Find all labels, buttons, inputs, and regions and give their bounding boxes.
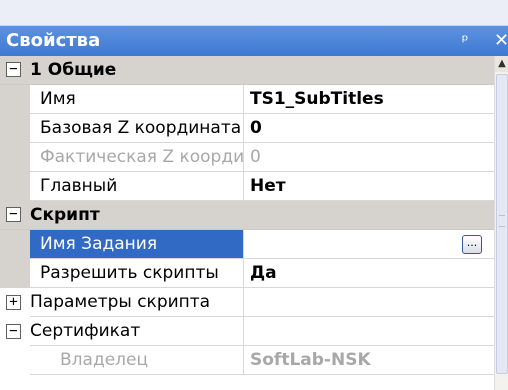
property-name: Главный [30, 172, 244, 201]
property-name: Имя Задания [30, 230, 244, 259]
row-gutter [0, 143, 30, 172]
collapse-icon[interactable]: − [6, 207, 21, 222]
property-name: Разрешить скрипты [30, 259, 244, 288]
property-row-base-z[interactable]: Базовая Z координата 0 [0, 114, 494, 143]
property-row-main[interactable]: Главный Нет [0, 172, 494, 201]
property-value[interactable] [244, 317, 494, 346]
property-value[interactable] [244, 230, 494, 259]
property-name: Параметры скрипта [30, 288, 244, 317]
ellipsis-button[interactable]: ... [462, 235, 482, 254]
property-row-script-params[interactable]: + Параметры скрипта [0, 288, 494, 317]
property-name: Фактическая Z координата [30, 143, 244, 172]
property-row-task-name[interactable]: Имя Задания ... [0, 230, 494, 259]
row-gutter [0, 172, 30, 201]
vertical-scrollbar[interactable]: ▲ [494, 56, 508, 390]
collapse-icon[interactable]: − [6, 324, 21, 339]
toolbar-strip [0, 0, 508, 26]
property-name: Имя [30, 85, 244, 114]
expand-icon[interactable]: + [6, 295, 21, 310]
property-row-owner[interactable]: Владелец SoftLab-NSK [0, 346, 494, 375]
property-row-allow-scripts[interactable]: Разрешить скрипты Да [0, 259, 494, 288]
property-name: Базовая Z координата [30, 114, 244, 143]
property-row-certificate[interactable]: − Сертификат [0, 317, 494, 346]
property-value[interactable]: Нет [244, 172, 494, 201]
property-row-actual-z[interactable]: Фактическая Z координата 0 [0, 143, 494, 172]
collapse-icon[interactable]: − [6, 62, 21, 77]
property-value[interactable]: Да [244, 259, 494, 288]
property-value[interactable]: TS1_SubTitles [244, 85, 494, 114]
pin-icon[interactable]: ᵖ [456, 26, 474, 56]
property-value[interactable]: 0 [244, 114, 494, 143]
property-value[interactable] [244, 288, 494, 317]
property-name: Владелец [30, 346, 244, 375]
scrollbar-grip-icon [499, 215, 505, 227]
row-gutter [0, 114, 30, 143]
category-label: Скрипт [30, 205, 100, 225]
property-value: SoftLab-NSK [244, 346, 494, 375]
scrollbar-thumb[interactable] [496, 74, 508, 374]
property-row-name[interactable]: Имя TS1_SubTitles [0, 85, 494, 114]
property-grid: − 1 Общие Имя TS1_SubTitles Базовая Z ко… [0, 56, 494, 390]
property-value: 0 [244, 143, 494, 172]
row-gutter [0, 85, 30, 114]
category-general[interactable]: − 1 Общие [0, 56, 494, 85]
properties-panel: Свойства ᵖ ✕ − 1 Общие Имя TS1_SubTitles… [0, 0, 508, 390]
scroll-up-icon[interactable]: ▲ [495, 56, 508, 72]
close-icon[interactable]: ✕ [494, 26, 508, 56]
row-gutter [0, 230, 30, 259]
property-name: Сертификат [30, 317, 244, 346]
panel-title-bar[interactable]: Свойства ᵖ ✕ [0, 26, 508, 56]
row-gutter [0, 346, 30, 375]
category-script[interactable]: − Скрипт [0, 201, 494, 230]
category-label: 1 Общие [30, 60, 117, 80]
panel-title: Свойства [6, 30, 101, 51]
row-gutter [0, 259, 30, 288]
